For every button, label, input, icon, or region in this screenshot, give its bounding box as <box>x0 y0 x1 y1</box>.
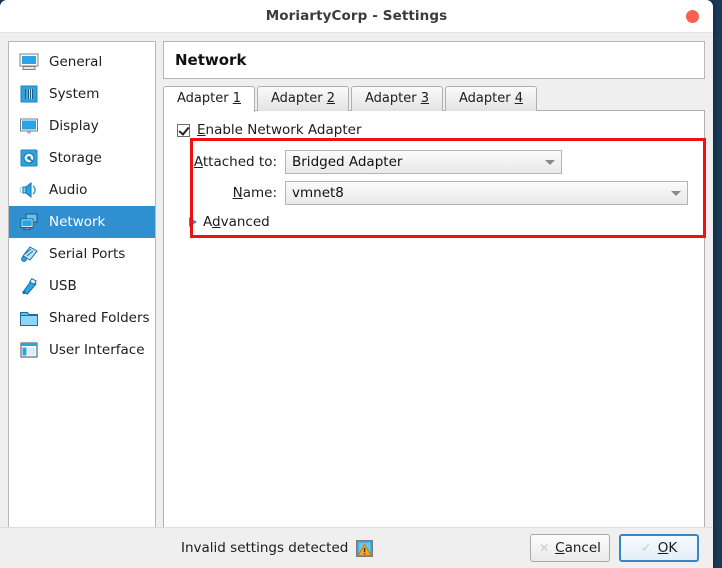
tab-mnemonic: 2 <box>326 91 335 106</box>
user-interface-icon <box>20 342 38 358</box>
enable-network-adapter-label: Enable Network Adapter <box>197 122 362 138</box>
tab-label: Adapter <box>177 91 233 106</box>
sidebar-item-shared-folders[interactable]: Shared Folders <box>9 302 155 334</box>
adapter-1-panel: Enable Network Adapter Attached to: Brid… <box>163 110 706 528</box>
ok-button[interactable]: ✓ OK <box>619 534 699 562</box>
label-pre: A <box>203 214 212 230</box>
harddisk-icon <box>20 149 38 167</box>
adapter-tabs[interactable]: Adapter 1 Adapter 2 Adapter 3 Adapter 4 <box>163 86 705 112</box>
page-title: Network <box>175 51 247 69</box>
settings-pane: Network Adapter 1 Adapter 2 Adapter 3 Ad… <box>163 41 706 528</box>
warning-icon[interactable] <box>356 539 374 557</box>
sidebar-item-label: USB <box>49 278 77 294</box>
attached-to-select[interactable]: Bridged Adapter <box>285 150 562 174</box>
name-row: Name: vmnet8 <box>182 180 704 206</box>
tab-adapter-1[interactable]: Adapter 1 <box>163 86 255 112</box>
tab-label: Adapter <box>365 91 421 106</box>
network-icon <box>20 213 38 231</box>
mnemonic: C <box>555 540 565 556</box>
label-rest: ame: <box>242 185 277 201</box>
adapter-form: Attached to: Bridged Adapter Name: vmnet… <box>182 149 704 233</box>
sidebar-item-label: User Interface <box>49 342 145 358</box>
sidebar-item-label: Storage <box>49 150 102 166</box>
sidebar-item-label: General <box>49 54 103 70</box>
page-header: Network <box>163 41 705 79</box>
sidebar-item-label: Network <box>49 214 106 230</box>
folder-icon <box>20 312 38 326</box>
tab-adapter-2[interactable]: Adapter 2 <box>257 86 349 111</box>
chevron-down-icon[interactable] <box>539 151 561 173</box>
serial-port-icon <box>21 246 38 262</box>
sidebar-item-label: Display <box>49 118 99 134</box>
close-icon[interactable] <box>686 10 699 23</box>
mnemonic: O <box>657 540 669 556</box>
attached-to-row: Attached to: Bridged Adapter <box>182 149 704 175</box>
display-icon <box>20 118 38 134</box>
chevron-down-icon[interactable] <box>665 182 687 204</box>
enable-network-adapter-checkbox[interactable] <box>177 123 190 137</box>
speaker-icon <box>19 181 36 199</box>
mnemonic: A <box>193 154 203 170</box>
label-rest: ancel <box>564 540 601 556</box>
screen: MoriartyCorp - Settings General System D… <box>0 0 722 568</box>
usb-icon <box>22 277 37 295</box>
window-title: MoriartyCorp - Settings <box>265 8 448 24</box>
sidebar-item-label: Audio <box>49 182 88 198</box>
sidebar-item-audio[interactable]: Audio <box>9 174 155 206</box>
attached-to-value: Bridged Adapter <box>292 154 403 170</box>
sidebar-item-user-interface[interactable]: User Interface <box>9 334 155 366</box>
cancel-button[interactable]: ✕ Cancel <box>530 534 610 562</box>
sidebar-item-general[interactable]: General <box>9 46 155 78</box>
dialog-buttons: ✕ Cancel ✓ OK <box>530 534 699 562</box>
sidebar-item-label: Shared Folders <box>49 310 150 326</box>
tab-label: Adapter <box>271 91 327 106</box>
tab-mnemonic: 4 <box>514 91 523 106</box>
ok-label: OK <box>658 540 678 556</box>
sidebar-item-label: System <box>49 86 100 102</box>
x-icon: ✕ <box>539 541 550 555</box>
label-rest: ttached to: <box>202 154 277 170</box>
mnemonic: N <box>232 185 243 201</box>
name-select[interactable]: vmnet8 <box>285 181 688 205</box>
advanced-expander[interactable]: Advanced <box>187 211 704 233</box>
mnemonic: E <box>197 122 206 138</box>
sidebar-item-storage[interactable]: Storage <box>9 142 155 174</box>
dialog-body: General System Display Storage Audio Net… <box>0 33 713 528</box>
sidebar-item-label: Serial Ports <box>49 246 126 262</box>
name-label: Name: <box>182 185 285 201</box>
enable-network-adapter-checkbox-row[interactable]: Enable Network Adapter <box>177 122 704 138</box>
tab-adapter-3[interactable]: Adapter 3 <box>351 86 443 111</box>
label-rest: vanced <box>220 214 270 230</box>
cancel-label: Cancel <box>555 540 601 556</box>
settings-sidebar[interactable]: General System Display Storage Audio Net… <box>8 41 156 528</box>
monitor-icon <box>19 53 39 70</box>
label-rest: nable Network Adapter <box>205 122 362 138</box>
chip-icon <box>20 85 38 103</box>
tab-adapter-4[interactable]: Adapter 4 <box>445 86 537 111</box>
name-value: vmnet8 <box>292 185 344 201</box>
status-text: Invalid settings detected <box>181 540 349 556</box>
advanced-label: Advanced <box>203 214 270 230</box>
tab-label: Adapter <box>459 91 515 106</box>
tab-mnemonic: 3 <box>420 91 429 106</box>
title-bar: MoriartyCorp - Settings <box>0 0 713 32</box>
chevron-right-icon[interactable] <box>189 217 197 227</box>
sidebar-item-display[interactable]: Display <box>9 110 155 142</box>
dialog-footer: Invalid settings detected ✕ Cancel ✓ OK <box>0 527 713 568</box>
status-message: Invalid settings detected <box>181 539 374 557</box>
check-icon: ✓ <box>640 540 652 556</box>
sidebar-item-network[interactable]: Network <box>9 206 155 238</box>
mnemonic: d <box>212 214 221 230</box>
sidebar-item-serial-ports[interactable]: Serial Ports <box>9 238 155 270</box>
sidebar-item-system[interactable]: System <box>9 78 155 110</box>
attached-to-label: Attached to: <box>182 154 285 170</box>
tab-mnemonic: 1 <box>232 91 241 106</box>
sidebar-item-usb[interactable]: USB <box>9 270 155 302</box>
label-rest: K <box>668 540 678 556</box>
settings-window: MoriartyCorp - Settings General System D… <box>0 0 713 568</box>
